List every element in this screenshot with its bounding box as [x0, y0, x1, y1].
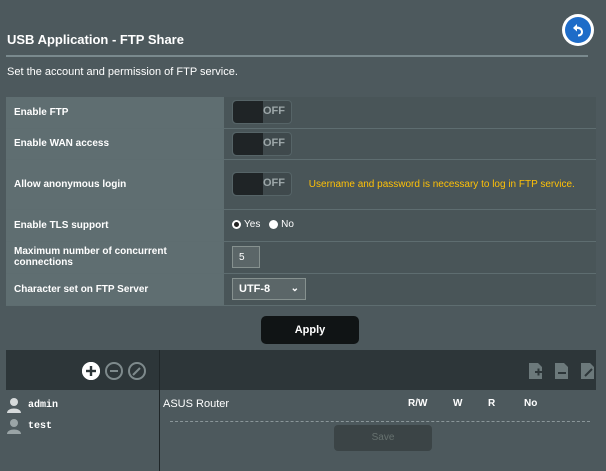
- user-name: test: [28, 420, 53, 432]
- ftp-settings-table: Enable FTP OFF Enable WAN access OFF All…: [6, 97, 596, 306]
- enable-wan-toggle[interactable]: OFF: [232, 131, 292, 156]
- toggle-state: OFF: [263, 177, 285, 189]
- perm-header-rw: R/W: [408, 398, 428, 409]
- perm-header-w: W: [453, 398, 463, 409]
- chevron-down-icon: ⌄: [290, 283, 299, 294]
- back-button[interactable]: [562, 14, 594, 46]
- save-button[interactable]: Save: [334, 425, 432, 451]
- remove-user-icon[interactable]: [105, 362, 123, 380]
- toggle-knob: [233, 101, 263, 124]
- add-folder-icon[interactable]: [528, 362, 544, 380]
- charset-select[interactable]: UTF-8 ⌄: [232, 278, 306, 300]
- tls-no-label: No: [281, 219, 294, 231]
- tls-yes-radio[interactable]: [232, 220, 241, 230]
- max-conn-input[interactable]: 5: [232, 246, 260, 268]
- perm-header-no: No: [524, 398, 538, 409]
- perm-header-r: R: [488, 398, 496, 409]
- enable-ftp-label: Enable FTP: [6, 97, 224, 129]
- enable-ftp-toggle[interactable]: OFF: [232, 100, 292, 125]
- apply-button[interactable]: Apply: [261, 316, 359, 344]
- delete-folder-icon[interactable]: [554, 362, 570, 380]
- tls-no-radio[interactable]: [269, 220, 279, 230]
- charset-value: UTF-8: [239, 283, 271, 295]
- tls-yes-label: Yes: [244, 219, 261, 231]
- folder-name: ASUS Router: [163, 398, 230, 410]
- toggle-state: OFF: [263, 136, 285, 149]
- toggle-knob: [233, 173, 263, 195]
- permission-panel: ASUS Router R/W W R No Save: [160, 390, 596, 471]
- allow-anon-label: Allow anonymous login: [6, 159, 224, 210]
- user-avatar-icon: [6, 397, 22, 413]
- user-avatar-icon: [6, 418, 22, 434]
- enable-wan-label: Enable WAN access: [6, 128, 224, 160]
- back-arrow-icon: [565, 17, 591, 43]
- user-name: admin: [28, 399, 59, 411]
- charset-label: Character set on FTP Server: [6, 273, 224, 306]
- max-conn-label: Maximum number of concurrent connections: [6, 241, 224, 274]
- page-description: Set the account and permission of FTP se…: [7, 66, 238, 78]
- tls-label: Enable TLS support: [6, 209, 224, 242]
- title-divider: [6, 55, 588, 57]
- allow-anon-toggle[interactable]: OFF: [232, 172, 292, 196]
- list-item[interactable]: admin: [6, 396, 58, 414]
- anon-login-note: Username and password is necessary to lo…: [308, 178, 575, 190]
- page-title: USB Application - FTP Share: [7, 32, 184, 47]
- toggle-state: OFF: [263, 105, 285, 118]
- edit-folder-icon[interactable]: [580, 362, 596, 380]
- toggle-knob: [233, 132, 263, 155]
- edit-user-icon[interactable]: [128, 362, 146, 380]
- add-user-icon[interactable]: [82, 362, 100, 380]
- divider: [170, 421, 590, 422]
- list-item[interactable]: test: [6, 417, 52, 435]
